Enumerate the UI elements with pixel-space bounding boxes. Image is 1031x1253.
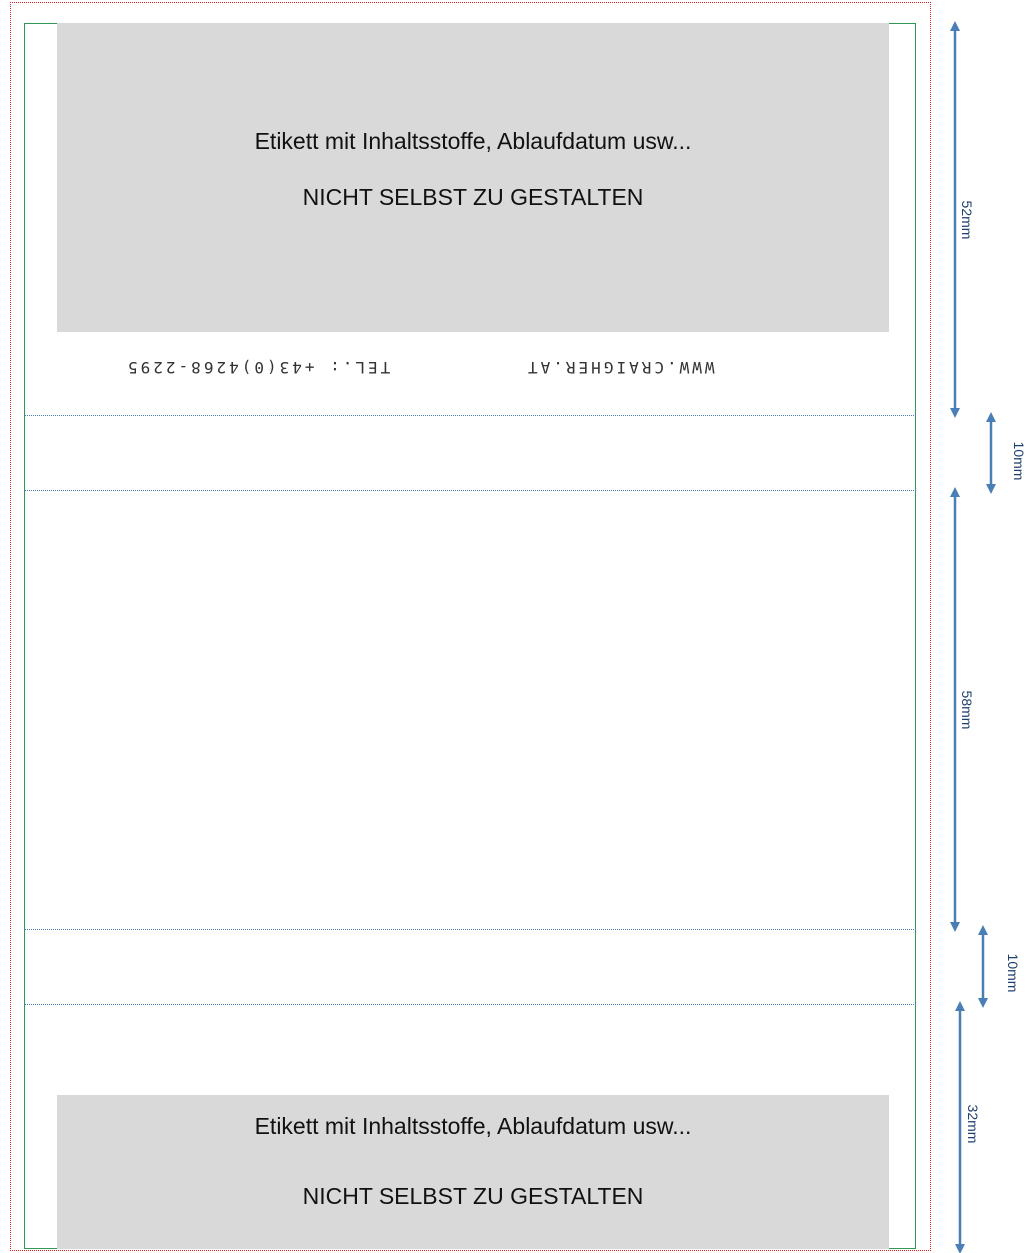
dim-label-top: 52mm xyxy=(959,200,975,240)
dimension-arrows xyxy=(950,21,996,1253)
dim-label-fold-2: 10mm xyxy=(1005,953,1021,993)
dim-label-middle: 58mm xyxy=(959,690,975,730)
dim-label-bottom: 32mm xyxy=(965,1104,981,1144)
dim-label-fold-1: 10mm xyxy=(1011,441,1027,481)
